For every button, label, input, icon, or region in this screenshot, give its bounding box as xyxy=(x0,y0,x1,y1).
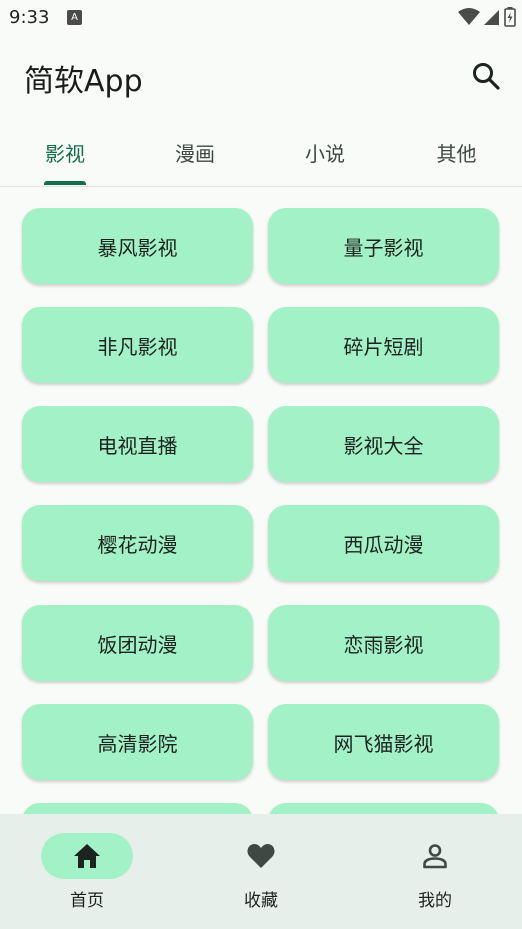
person-icon xyxy=(423,844,447,869)
nav-home[interactable]: 首页 xyxy=(0,814,174,929)
bottom-navigation: 首页 收藏 我的 xyxy=(0,814,522,929)
nav-favorites[interactable]: 收藏 xyxy=(174,814,348,929)
source-card[interactable]: 暴风影视 xyxy=(22,208,253,284)
tab-indicator xyxy=(44,181,86,185)
source-card[interactable]: 恋雨影视 xyxy=(268,605,499,681)
source-card[interactable]: 网飞猫影视 xyxy=(268,704,499,780)
signal-icon xyxy=(484,10,499,25)
search-icon[interactable] xyxy=(470,60,502,92)
status-icons xyxy=(458,6,516,28)
source-card[interactable]: 非凡影视 xyxy=(22,307,253,383)
source-card[interactable]: 高清影院 xyxy=(22,704,253,780)
source-grid: 暴风影视 量子影视 非凡影视 碎片短剧 电视直播 影视大全 樱花动漫 西瓜动漫 … xyxy=(0,186,522,814)
source-card[interactable] xyxy=(268,803,499,814)
nav-home-label: 首页 xyxy=(70,891,104,911)
source-card[interactable]: 西瓜动漫 xyxy=(268,505,499,581)
app-title: 简软App xyxy=(24,64,143,99)
tab-comics[interactable]: 漫画 xyxy=(130,118,260,186)
source-card[interactable]: 电视直播 xyxy=(22,406,253,482)
heart-icon xyxy=(247,844,275,868)
app-bar: 简软App xyxy=(0,36,522,116)
notification-icon: A xyxy=(67,10,82,25)
tab-movies[interactable]: 影视 xyxy=(0,118,130,186)
source-card[interactable]: 量子影视 xyxy=(268,208,499,284)
nav-profile[interactable]: 我的 xyxy=(348,814,522,929)
nav-profile-label: 我的 xyxy=(418,891,452,911)
source-card[interactable]: 影视大全 xyxy=(268,406,499,482)
source-card[interactable]: 碎片短剧 xyxy=(268,307,499,383)
battery-icon xyxy=(504,7,516,27)
category-tabs: 影视 漫画 小说 其他 xyxy=(0,118,522,187)
home-icon xyxy=(74,844,100,868)
wifi-icon xyxy=(458,8,480,25)
source-card[interactable]: 樱花动漫 xyxy=(22,505,253,581)
status-time: 9:33 xyxy=(9,7,50,28)
source-card[interactable] xyxy=(22,803,253,814)
source-card[interactable]: 饭团动漫 xyxy=(22,605,253,681)
tab-others[interactable]: 其他 xyxy=(391,118,522,186)
nav-favorites-label: 收藏 xyxy=(244,891,278,911)
status-bar: 9:33 A xyxy=(0,0,522,36)
tab-novels[interactable]: 小说 xyxy=(260,118,390,186)
